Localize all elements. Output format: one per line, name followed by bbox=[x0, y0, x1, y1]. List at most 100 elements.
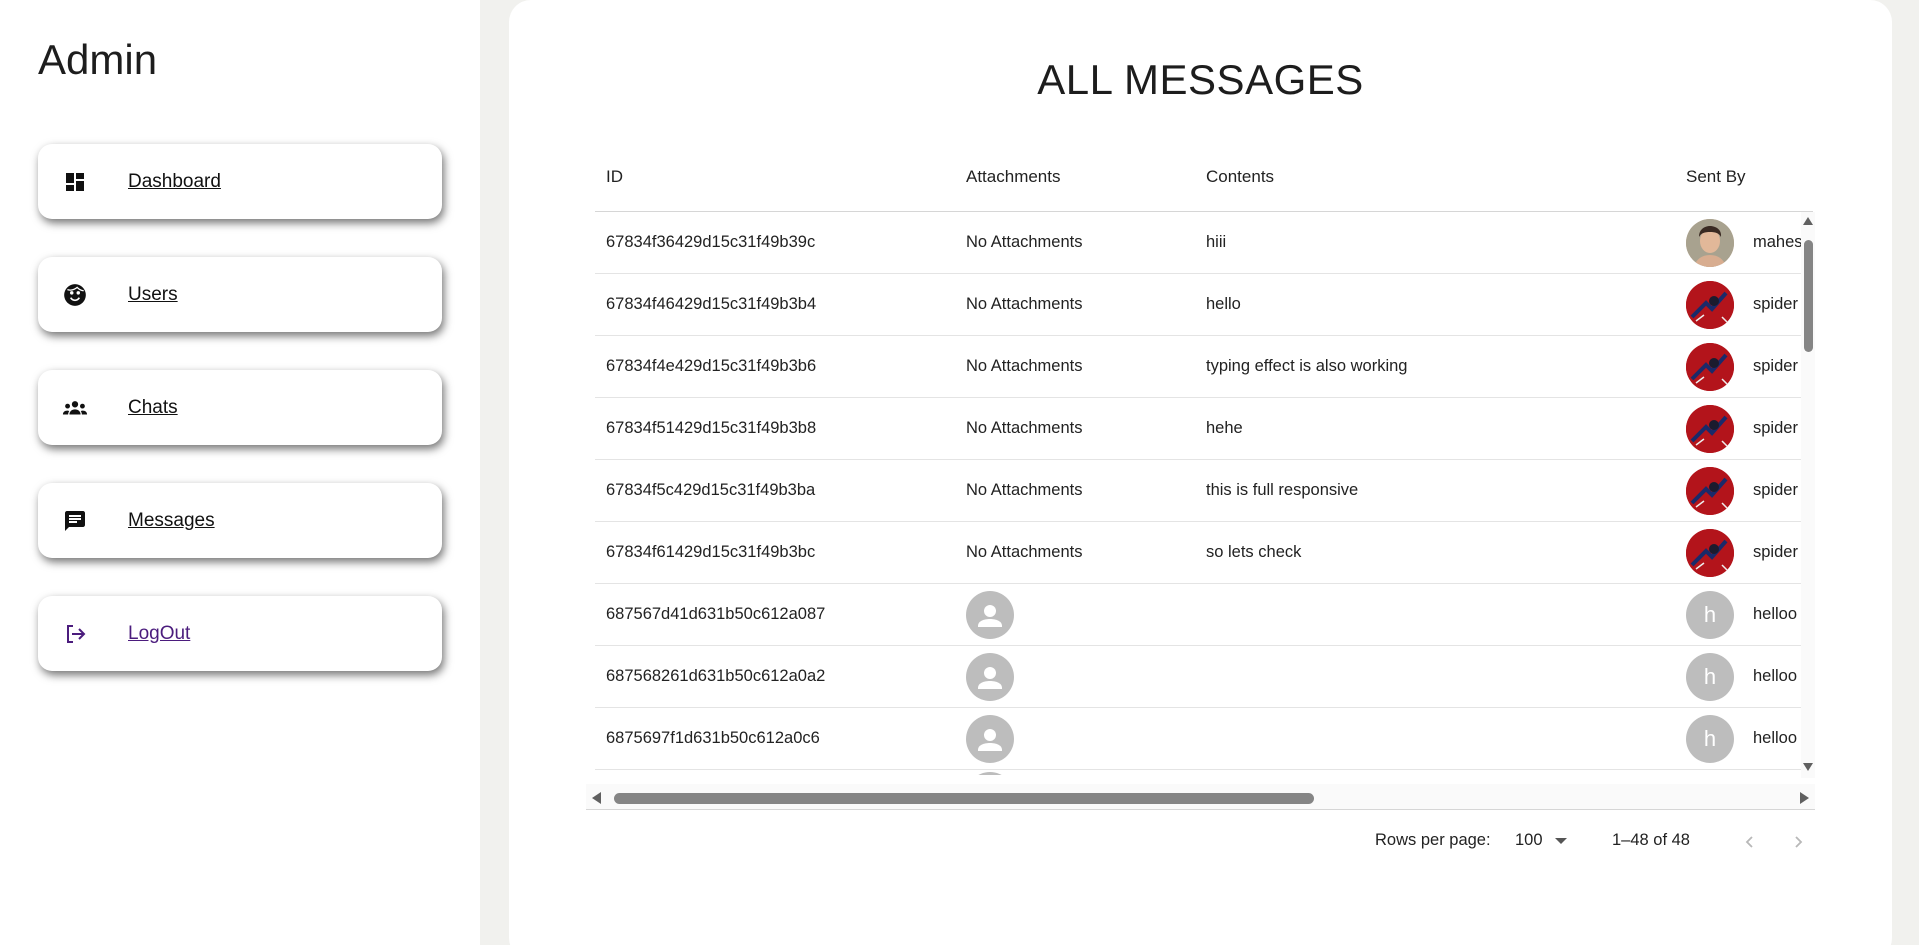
table-row[interactable]: 67834f46429d15c31f49b3b4 No Attachments … bbox=[595, 274, 1813, 336]
sender-name: spider bbox=[1753, 543, 1798, 561]
sender-name: mahes bbox=[1753, 233, 1803, 251]
next-page-button[interactable] bbox=[1784, 828, 1812, 856]
cell-id: 6875697f1d631b50c612a0c6 bbox=[606, 729, 820, 747]
cell-sent-by: h helloo bbox=[1686, 584, 1797, 645]
cell-attachments: No Attachments bbox=[966, 357, 1083, 375]
cell-contents: hello bbox=[1206, 295, 1241, 313]
sidebar-item-messages[interactable]: Messages bbox=[38, 483, 442, 558]
sender-name: helloo bbox=[1753, 729, 1798, 747]
avatar bbox=[1686, 466, 1734, 515]
table-pagination: Rows per page: 100 1–48 of 48 bbox=[586, 828, 1824, 856]
cell-id: 67834f36429d15c31f49b39c bbox=[606, 233, 816, 251]
cell-attachments: No Attachments bbox=[966, 419, 1083, 437]
avatar bbox=[1686, 280, 1734, 329]
main-card: ALL MESSAGES ID Attachments Contents Sen… bbox=[509, 0, 1892, 945]
table-row[interactable]: 687567d41d631b50c612a087 h helloo bbox=[595, 584, 1813, 646]
table-header: ID Attachments Contents Sent By bbox=[595, 150, 1813, 212]
sidebar-item-chats[interactable]: Chats bbox=[38, 370, 442, 445]
pagination-range: 1–48 of 48 bbox=[1612, 831, 1690, 849]
cell-contents: this is full responsive bbox=[1206, 481, 1359, 499]
person-icon bbox=[966, 772, 1014, 775]
page-title: ALL MESSAGES bbox=[1037, 56, 1364, 103]
cell-sent-by: h helloo bbox=[1686, 708, 1797, 769]
rows-per-page-value: 100 bbox=[1515, 831, 1543, 849]
chevron-left-icon bbox=[1745, 836, 1753, 848]
cell-sent-by bbox=[1686, 770, 1734, 775]
cell-id: 67834f5c429d15c31f49b3ba bbox=[606, 481, 816, 499]
table-row[interactable]: 6875697f1d631b50c612a0c6 h helloo bbox=[595, 708, 1813, 770]
sidebar-item-label: LogOut bbox=[128, 622, 191, 644]
avatar bbox=[1686, 528, 1734, 577]
messages-table: ID Attachments Contents Sent By 67834f36… bbox=[586, 150, 1824, 810]
cell-id: 687567d41d631b50c612a087 bbox=[606, 605, 826, 623]
face-icon bbox=[62, 282, 88, 308]
table-row[interactable] bbox=[595, 770, 1813, 775]
sidebar-item-label: Users bbox=[128, 283, 178, 305]
cell-id: 67834f51429d15c31f49b3b8 bbox=[606, 419, 817, 437]
cell-sent-by: h helloo bbox=[1686, 646, 1797, 707]
table-row[interactable]: 67834f61429d15c31f49b3bc No Attachments … bbox=[595, 522, 1813, 584]
sidebar-item-logout[interactable]: LogOut bbox=[38, 596, 442, 671]
horizontal-scrollbar[interactable] bbox=[586, 784, 1815, 810]
sidebar-item-users[interactable]: Users bbox=[38, 257, 442, 332]
sender-name: spider bbox=[1753, 419, 1798, 437]
avatar bbox=[1686, 342, 1734, 391]
cell-id: 67834f61429d15c31f49b3bc bbox=[606, 543, 816, 561]
cell-attachments: No Attachments bbox=[966, 481, 1083, 499]
sender-name: spider bbox=[1753, 357, 1798, 375]
avatar: h bbox=[1686, 714, 1734, 763]
cell-contents: hiii bbox=[1206, 233, 1227, 251]
cell-id: 67834f46429d15c31f49b3b4 bbox=[606, 295, 817, 313]
column-header-id[interactable]: ID bbox=[606, 167, 623, 187]
rows-per-page-select[interactable]: 100 bbox=[1515, 831, 1567, 850]
rows-per-page-label: Rows per page: bbox=[1375, 831, 1491, 849]
cell-attachments bbox=[966, 584, 1014, 645]
cell-sent-by: spider bbox=[1686, 274, 1798, 335]
cell-attachments: No Attachments bbox=[966, 295, 1083, 313]
sender-name: spider bbox=[1753, 295, 1798, 313]
table-body: 67834f36429d15c31f49b39c No Attachments … bbox=[595, 212, 1813, 775]
scroll-left-arrow[interactable] bbox=[592, 792, 601, 804]
person-icon bbox=[966, 652, 1014, 701]
column-header-contents[interactable]: Contents bbox=[1206, 167, 1274, 187]
sender-name: spider bbox=[1753, 481, 1798, 499]
table-row[interactable]: 67834f36429d15c31f49b39c No Attachments … bbox=[595, 212, 1813, 274]
scroll-up-arrow[interactable] bbox=[1803, 217, 1813, 225]
groups-icon bbox=[62, 395, 88, 421]
column-header-attachments[interactable]: Attachments bbox=[966, 167, 1061, 187]
cell-sent-by: spider bbox=[1686, 398, 1798, 459]
table-row[interactable]: 687568261d631b50c612a0a2 h helloo bbox=[595, 646, 1813, 708]
cell-attachments bbox=[966, 708, 1014, 769]
sender-name: helloo bbox=[1753, 605, 1798, 623]
sidebar: Admin Dashboard Users Chats Messages Log… bbox=[0, 0, 480, 945]
table-row[interactable]: 67834f5c429d15c31f49b3ba No Attachments … bbox=[595, 460, 1813, 522]
cell-sent-by: spider bbox=[1686, 460, 1798, 521]
cell-contents: hehe bbox=[1206, 419, 1243, 437]
table-row[interactable]: 67834f4e429d15c31f49b3b6 No Attachments … bbox=[595, 336, 1813, 398]
vertical-scrollbar[interactable] bbox=[1801, 212, 1815, 778]
avatar bbox=[1686, 218, 1734, 267]
person-icon bbox=[966, 714, 1014, 763]
avatar bbox=[1686, 404, 1734, 453]
sidebar-item-dashboard[interactable]: Dashboard bbox=[38, 144, 442, 219]
cell-sent-by: spider bbox=[1686, 336, 1798, 397]
scroll-right-arrow[interactable] bbox=[1800, 792, 1809, 804]
dashboard-icon bbox=[62, 169, 88, 195]
message-icon bbox=[62, 508, 88, 534]
previous-page-button[interactable] bbox=[1736, 828, 1764, 856]
vertical-scroll-thumb[interactable] bbox=[1804, 240, 1813, 352]
sidebar-item-label: Dashboard bbox=[128, 170, 221, 192]
cell-attachments: No Attachments bbox=[966, 543, 1083, 561]
cell-sent-by: spider bbox=[1686, 522, 1798, 583]
scroll-down-arrow[interactable] bbox=[1803, 763, 1813, 771]
column-header-sent-by[interactable]: Sent By bbox=[1686, 167, 1746, 187]
table-row[interactable]: 67834f51429d15c31f49b3b8 No Attachments … bbox=[595, 398, 1813, 460]
cell-id: 67834f4e429d15c31f49b3b6 bbox=[606, 357, 817, 375]
avatar: h bbox=[1686, 590, 1734, 639]
logout-icon bbox=[62, 621, 88, 647]
cell-contents: so lets check bbox=[1206, 543, 1302, 561]
horizontal-scroll-thumb[interactable] bbox=[614, 793, 1314, 804]
cell-attachments bbox=[966, 646, 1014, 707]
caret-down-icon bbox=[1554, 837, 1567, 844]
sidebar-item-label: Messages bbox=[128, 509, 215, 531]
